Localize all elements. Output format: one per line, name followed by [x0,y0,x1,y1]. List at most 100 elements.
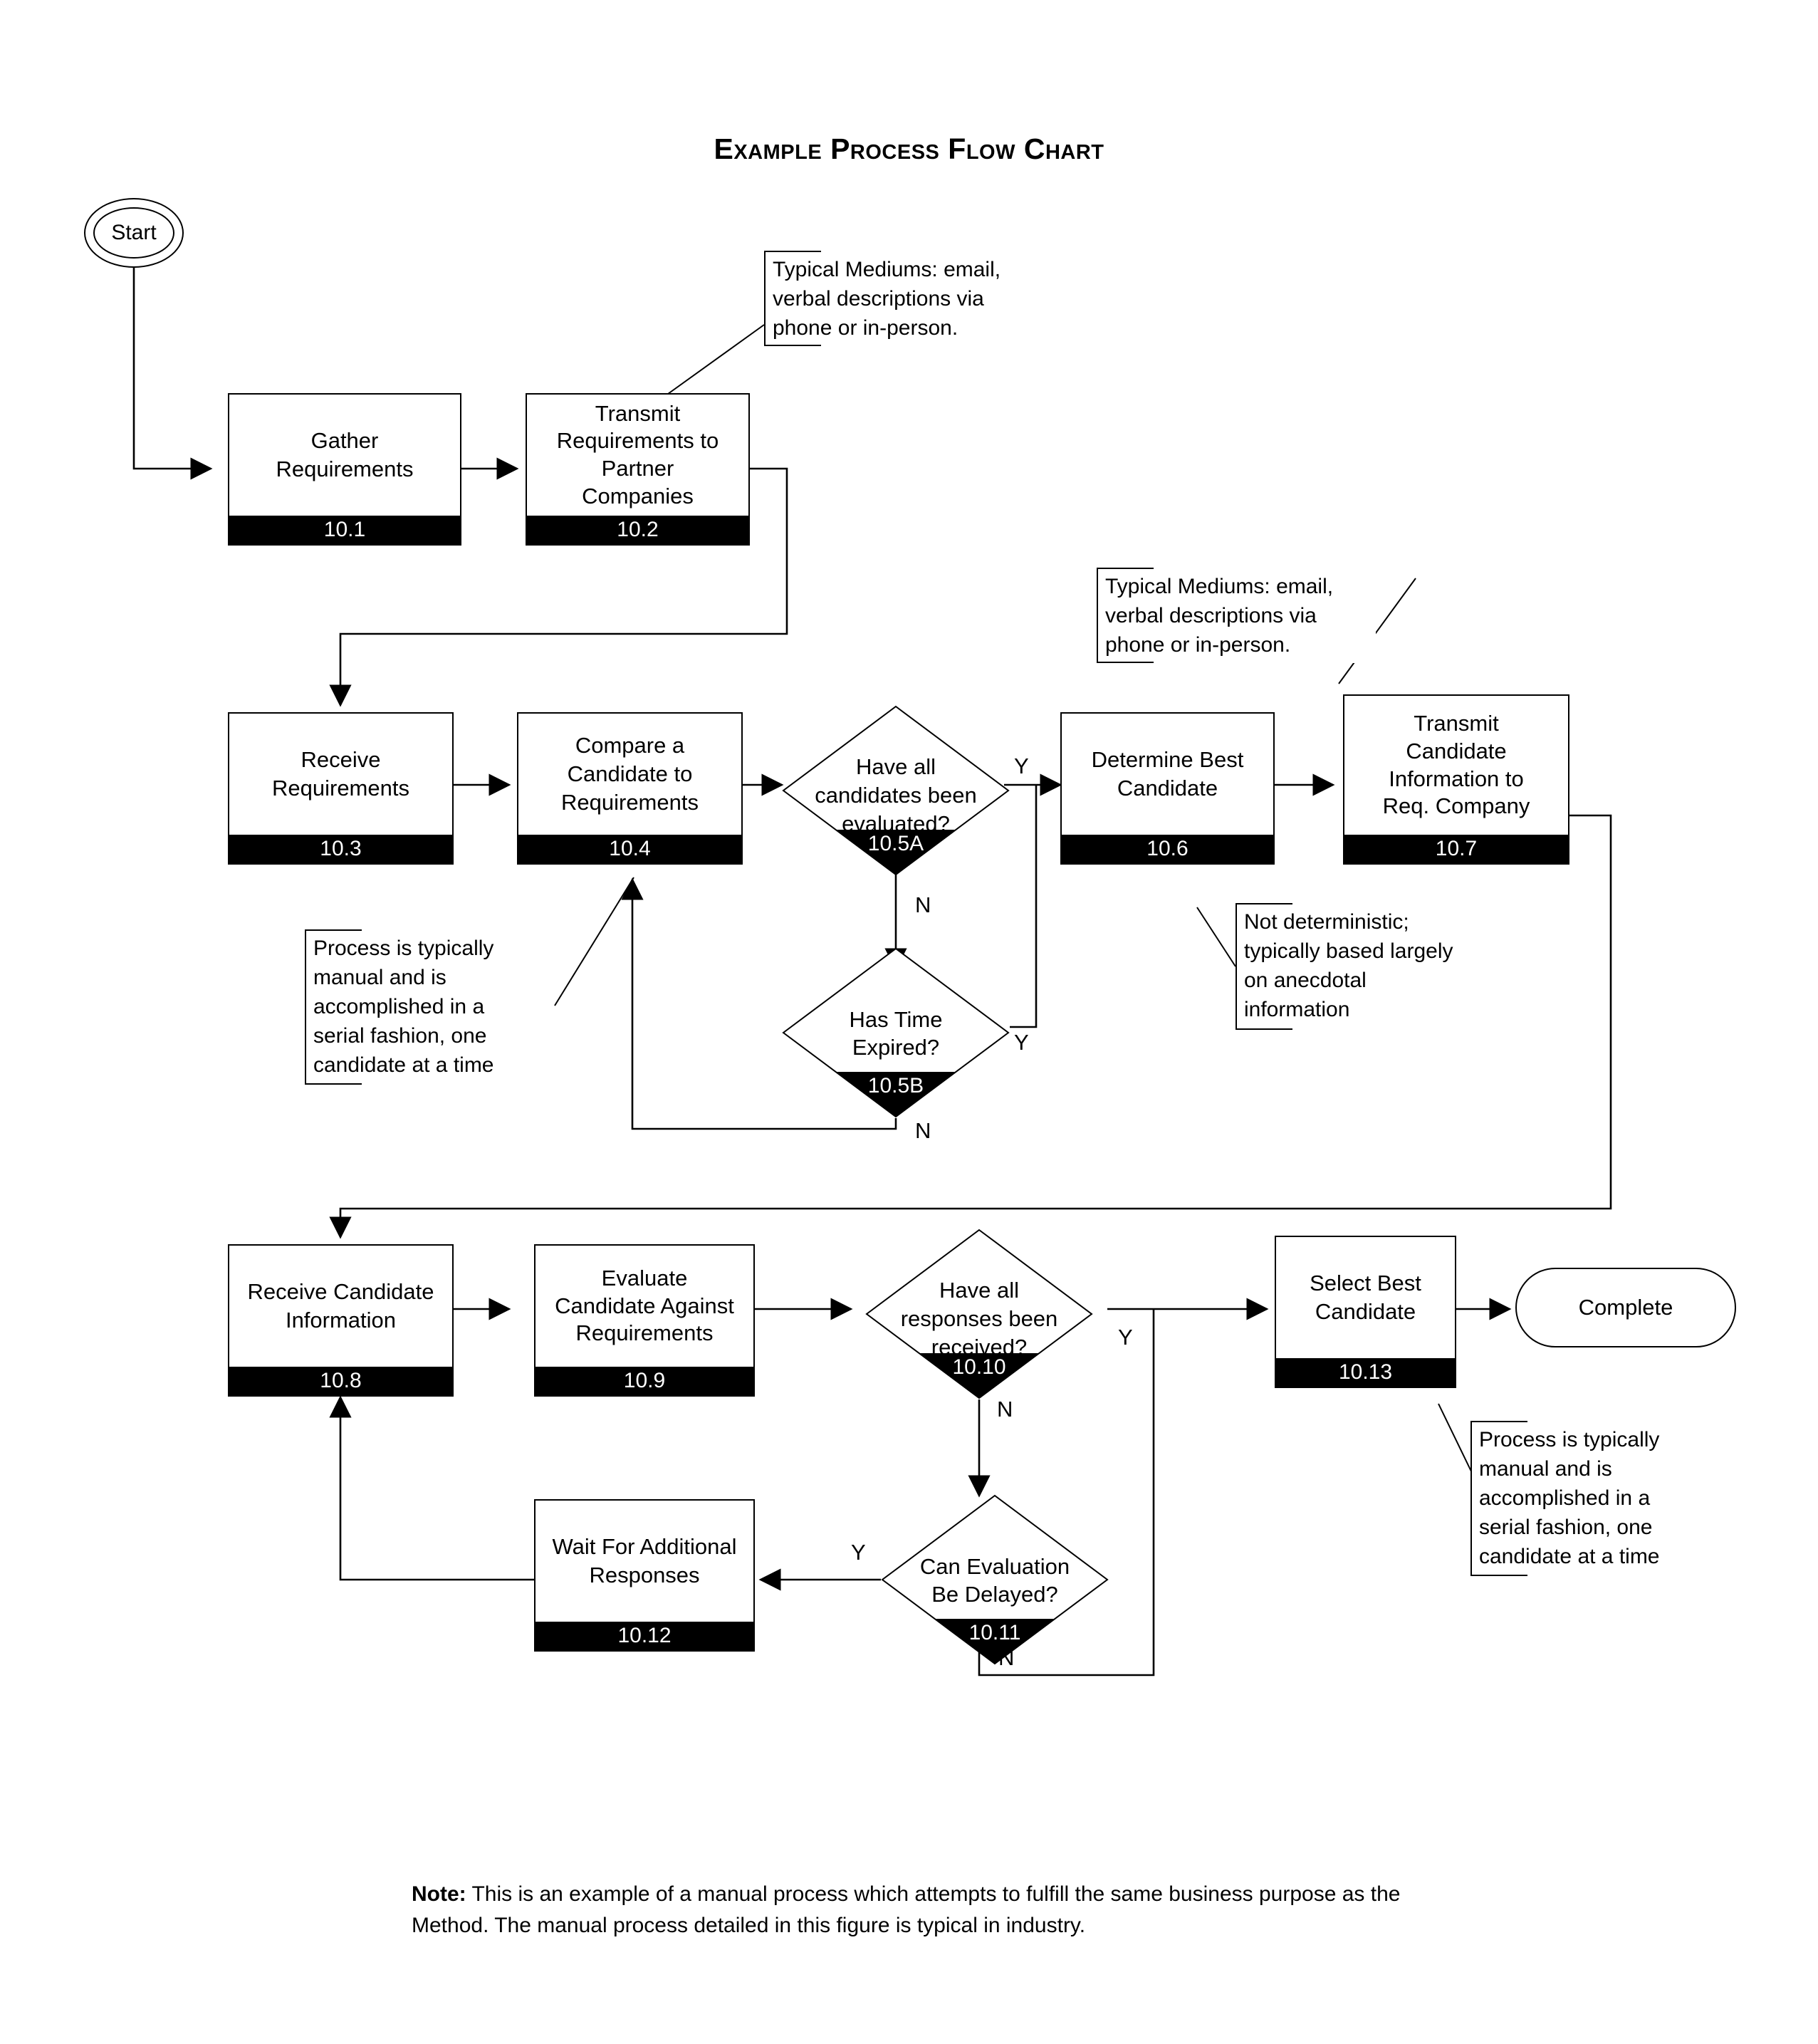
line: Information [285,1308,397,1333]
line: Responses [589,1563,700,1587]
branch-label-1011-no: N [998,1645,1015,1670]
process-box-10-8-number: 10.8 [229,1367,452,1395]
decision-10-5a-number: 10.5A [867,832,924,855]
line: accomplished in a [313,995,485,1019]
process-box-10-2-number: 10.2 [527,516,748,544]
process-box-10-9[interactable]: Evaluate Candidate Against Requirements … [534,1244,755,1397]
branch-label-105a-no: N [915,892,931,917]
bracket-stub-top [1237,903,1292,904]
process-box-10-8-label: Receive Candidate Information [229,1246,452,1367]
start-terminator[interactable]: Start [84,198,184,268]
line: verbal descriptions via [773,287,984,311]
decision-10-5a-label: Have all candidates been evaluated? [814,753,978,838]
process-box-10-1-label: Gather Requirements [229,395,460,516]
line: accomplished in a [1479,1486,1651,1511]
line: Candidate to [567,761,693,786]
line: on anecdotal [1244,969,1367,993]
leader-callout-nondeterministic [1196,907,1236,967]
line: Candidate [1117,776,1218,801]
line: phone or in-person. [1105,633,1291,657]
process-box-10-7[interactable]: Transmit Candidate Information to Req. C… [1343,694,1569,865]
flowchart-canvas: Example Process Flow Chart Start Gather … [0,0,1818,2044]
line: responses been [900,1305,1058,1331]
line: Typical Mediums: email, [773,258,1001,281]
branch-label-1010-yes: Y [1118,1325,1133,1350]
branch-label-105a-yes: Y [1014,754,1029,778]
bracket-stub-bottom [1472,1575,1527,1576]
line: Determine Best [1091,746,1244,772]
line: candidate at a time [313,1053,494,1078]
line: Compare a [575,732,685,758]
figure-note-label: Note: [412,1882,466,1906]
bracket-stub-bottom [1237,1028,1292,1030]
line: Wait For Additional [552,1533,737,1559]
decision-10-5a[interactable]: Have all candidates been evaluated? 10.5… [782,705,1010,876]
decision-10-5b-label: Has Time Expired? [814,1006,978,1062]
process-box-10-3-label: Receive Requirements [229,714,452,835]
line: phone or in-person. [773,316,958,340]
line: Information to [1389,766,1524,791]
process-box-10-2-label: Transmit Requirements to Partner Compani… [527,395,748,516]
leader-callout-mediums-1 [654,324,765,404]
bracket-stub-top [1098,568,1154,569]
process-box-10-12-label: Wait For Additional Responses [536,1501,753,1622]
line: Has Time [849,1006,943,1032]
process-box-10-12[interactable]: Wait For Additional Responses 10.12 [534,1499,755,1652]
line: Process is typically [1479,1428,1660,1451]
decision-10-10-label: Have all responses been received? [897,1276,1061,1361]
process-box-10-2[interactable]: Transmit Requirements to Partner Compani… [526,393,750,546]
line: Partner [601,456,674,481]
decision-10-11-label: Can Evaluation Be Delayed? [894,1553,1095,1609]
bracket-stub-top [1472,1421,1527,1422]
process-box-10-3[interactable]: Receive Requirements 10.3 [228,712,454,865]
decision-10-11[interactable]: Can Evaluation Be Delayed? 10.11 [881,1494,1109,1665]
leader-callout-manual-2 [1438,1403,1473,1475]
process-box-10-4-number: 10.4 [518,835,741,863]
process-box-10-13-number: 10.13 [1276,1358,1455,1387]
callout-manual-1: Process is typically manual and is accom… [305,929,531,1085]
line: Process is typically [313,937,494,960]
process-box-10-7-label: Transmit Candidate Information to Req. C… [1344,696,1568,835]
figure-note-text: This is an example of a manual process w… [412,1882,1401,1937]
callout-mediums-2: Typical Mediums: email, verbal descripti… [1097,568,1376,663]
bracket-stub-bottom [1098,662,1154,663]
process-box-10-9-label: Evaluate Candidate Against Requirements [536,1246,753,1367]
line: Requirements [272,776,409,801]
callout-nondeterministic: Not deterministic; typically based large… [1235,903,1492,1030]
line: Candidate Against [555,1293,734,1318]
process-box-10-6-label: Determine Best Candidate [1062,714,1273,835]
line: Candidate [1315,1299,1416,1324]
process-box-10-6[interactable]: Determine Best Candidate 10.6 [1060,712,1275,865]
bracket-stub-bottom [306,1083,362,1085]
decision-10-10[interactable]: Have all responses been received? 10.10 [865,1229,1093,1399]
line: manual and is [313,966,446,990]
decision-10-5b-number: 10.5B [867,1074,924,1097]
line: Requirements [276,457,414,481]
callout-nondeterministic-text: Not deterministic; typically based large… [1237,903,1492,1028]
branch-label-105b-no: N [915,1118,931,1143]
edge-start-to-101 [132,267,213,480]
process-box-10-13[interactable]: Select Best Candidate 10.13 [1275,1236,1456,1388]
decision-10-5b[interactable]: Has Time Expired? 10.5B [782,947,1010,1118]
line: Req. Company [1382,793,1530,819]
page-title: Example Process Flow Chart [714,132,1104,165]
line: candidates been [815,782,977,808]
process-box-10-8[interactable]: Receive Candidate Information 10.8 [228,1244,454,1397]
line: verbal descriptions via [1105,604,1317,628]
branch-label-1011-yes: Y [851,1540,866,1565]
process-box-10-1[interactable]: Gather Requirements 10.1 [228,393,461,546]
callout-manual-2-text: Process is typically manual and is accom… [1472,1421,1697,1575]
line: Have all [939,1278,1019,1303]
edge-1012-to-108 [329,1395,534,1581]
edge-105b-yes-to-106feed [1010,785,1038,1028]
process-box-10-6-number: 10.6 [1062,835,1273,863]
line: Requirements [561,790,699,815]
line: Expired? [852,1035,940,1060]
complete-terminator[interactable]: Complete [1515,1268,1736,1347]
line: candidate at a time [1479,1545,1660,1569]
process-box-10-3-number: 10.3 [229,835,452,863]
branch-label-1010-no: N [997,1397,1013,1422]
line: Typical Mediums: email, [1105,575,1334,598]
line: Select Best [1310,1270,1421,1295]
process-box-10-4[interactable]: Compare a Candidate to Requirements 10.4 [517,712,743,865]
